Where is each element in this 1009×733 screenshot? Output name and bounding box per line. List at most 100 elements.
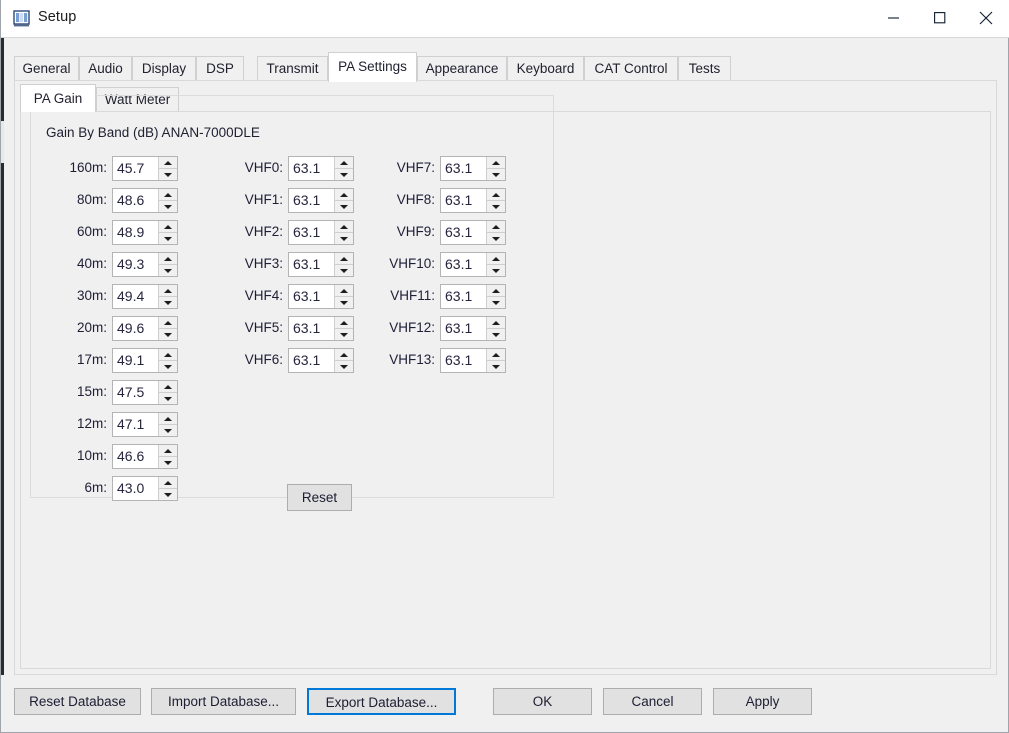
vhf-gain-input[interactable]: 63.1 (441, 253, 486, 276)
spinner-down-arrow-icon[interactable] (159, 361, 177, 372)
spinner-down-arrow-icon[interactable] (159, 329, 177, 340)
tab-appearance[interactable]: Appearance (417, 56, 507, 81)
vhf-gain-input[interactable]: 63.1 (289, 253, 334, 276)
vhf-gain-spinner[interactable]: 63.1 (440, 316, 506, 341)
vhf-gain-spinner[interactable]: 63.1 (288, 316, 354, 341)
spinner-down-arrow-icon[interactable] (159, 169, 177, 180)
vhf-gain-input[interactable]: 63.1 (441, 157, 486, 180)
apply-button[interactable]: Apply (713, 688, 812, 715)
vhf-gain-spinner[interactable]: 63.1 (288, 348, 354, 373)
vhf-gain-input[interactable]: 63.1 (289, 285, 334, 308)
spinner-up-arrow-icon[interactable] (335, 285, 353, 297)
spinner-up-arrow-icon[interactable] (159, 317, 177, 329)
tab-tests[interactable]: Tests (678, 56, 731, 81)
tab-display[interactable]: Display (132, 56, 196, 81)
vhf-gain-input[interactable]: 63.1 (289, 349, 334, 372)
vhf-gain-spinner[interactable]: 63.1 (440, 348, 506, 373)
spinner-down-arrow-icon[interactable] (335, 361, 353, 372)
spinner-up-arrow-icon[interactable] (159, 477, 177, 489)
spinner-up-arrow-icon[interactable] (159, 445, 177, 457)
spinner-down-arrow-icon[interactable] (159, 457, 177, 468)
spinner-down-arrow-icon[interactable] (159, 201, 177, 212)
tab-pa-settings[interactable]: PA Settings (328, 52, 417, 82)
band-gain-spinner[interactable]: 49.3 (112, 252, 178, 277)
tab-keyboard[interactable]: Keyboard (507, 56, 584, 81)
band-gain-spinner[interactable]: 47.5 (112, 380, 178, 405)
vhf-gain-input[interactable]: 63.1 (441, 285, 486, 308)
spinner-up-arrow-icon[interactable] (335, 221, 353, 233)
cancel-button[interactable]: Cancel (603, 688, 702, 715)
minimize-button[interactable] (871, 0, 917, 36)
spinner-up-arrow-icon[interactable] (487, 253, 505, 265)
spinner-down-arrow-icon[interactable] (159, 297, 177, 308)
band-gain-input[interactable]: 49.6 (113, 317, 158, 340)
spinner-up-arrow-icon[interactable] (487, 317, 505, 329)
spinner-up-arrow-icon[interactable] (487, 349, 505, 361)
vhf-gain-input[interactable]: 63.1 (289, 189, 334, 212)
band-gain-input[interactable]: 49.4 (113, 285, 158, 308)
spinner-up-arrow-icon[interactable] (487, 157, 505, 169)
spinner-up-arrow-icon[interactable] (335, 317, 353, 329)
spinner-down-arrow-icon[interactable] (487, 265, 505, 276)
vhf-gain-spinner[interactable]: 63.1 (440, 284, 506, 309)
spinner-up-arrow-icon[interactable] (487, 189, 505, 201)
spinner-down-arrow-icon[interactable] (335, 329, 353, 340)
vhf-gain-spinner[interactable]: 63.1 (440, 156, 506, 181)
band-gain-input[interactable]: 43.0 (113, 477, 158, 500)
band-gain-input[interactable]: 46.6 (113, 445, 158, 468)
tab-cat-control[interactable]: CAT Control (584, 56, 678, 81)
band-gain-input[interactable]: 49.1 (113, 349, 158, 372)
band-gain-spinner[interactable]: 45.7 (112, 156, 178, 181)
vhf-gain-input[interactable]: 63.1 (289, 221, 334, 244)
spinner-down-arrow-icon[interactable] (335, 233, 353, 244)
spinner-down-arrow-icon[interactable] (159, 425, 177, 436)
close-button[interactable] (963, 0, 1009, 36)
band-gain-input[interactable]: 47.5 (113, 381, 158, 404)
spinner-down-arrow-icon[interactable] (159, 265, 177, 276)
spinner-up-arrow-icon[interactable] (159, 285, 177, 297)
spinner-up-arrow-icon[interactable] (335, 253, 353, 265)
spinner-down-arrow-icon[interactable] (487, 201, 505, 212)
tab-dsp[interactable]: DSP (196, 56, 244, 81)
vhf-gain-input[interactable]: 63.1 (441, 221, 486, 244)
spinner-up-arrow-icon[interactable] (487, 285, 505, 297)
band-gain-input[interactable]: 49.3 (113, 253, 158, 276)
band-gain-spinner[interactable]: 47.1 (112, 412, 178, 437)
band-gain-spinner[interactable]: 46.6 (112, 444, 178, 469)
spinner-down-arrow-icon[interactable] (335, 265, 353, 276)
band-gain-spinner[interactable]: 49.4 (112, 284, 178, 309)
spinner-up-arrow-icon[interactable] (159, 221, 177, 233)
export-database-button[interactable]: Export Database... (307, 688, 456, 715)
spinner-down-arrow-icon[interactable] (487, 297, 505, 308)
vhf-gain-spinner[interactable]: 63.1 (288, 156, 354, 181)
subtab-pa-gain[interactable]: PA Gain (20, 84, 96, 112)
spinner-up-arrow-icon[interactable] (335, 157, 353, 169)
vhf-gain-input[interactable]: 63.1 (289, 317, 334, 340)
spinner-up-arrow-icon[interactable] (159, 189, 177, 201)
spinner-up-arrow-icon[interactable] (335, 349, 353, 361)
vhf-gain-spinner[interactable]: 63.1 (440, 220, 506, 245)
vhf-gain-input[interactable]: 63.1 (441, 349, 486, 372)
spinner-up-arrow-icon[interactable] (335, 189, 353, 201)
tab-audio[interactable]: Audio (79, 56, 132, 81)
vhf-gain-spinner[interactable]: 63.1 (288, 188, 354, 213)
import-database-button[interactable]: Import Database... (151, 688, 296, 715)
spinner-up-arrow-icon[interactable] (159, 253, 177, 265)
vhf-gain-spinner[interactable]: 63.1 (288, 252, 354, 277)
vhf-gain-input[interactable]: 63.1 (289, 157, 334, 180)
spinner-up-arrow-icon[interactable] (487, 221, 505, 233)
band-gain-spinner[interactable]: 43.0 (112, 476, 178, 501)
band-gain-input[interactable]: 47.1 (113, 413, 158, 436)
band-gain-spinner[interactable]: 49.1 (112, 348, 178, 373)
vhf-gain-spinner[interactable]: 63.1 (288, 284, 354, 309)
spinner-up-arrow-icon[interactable] (159, 349, 177, 361)
reset-database-button[interactable]: Reset Database (14, 688, 141, 715)
reset-gains-button[interactable]: Reset (287, 484, 352, 511)
spinner-down-arrow-icon[interactable] (487, 169, 505, 180)
vhf-gain-spinner[interactable]: 63.1 (288, 220, 354, 245)
band-gain-input[interactable]: 48.9 (113, 221, 158, 244)
spinner-down-arrow-icon[interactable] (159, 233, 177, 244)
spinner-down-arrow-icon[interactable] (335, 297, 353, 308)
vhf-gain-spinner[interactable]: 63.1 (440, 188, 506, 213)
ok-button[interactable]: OK (493, 688, 592, 715)
